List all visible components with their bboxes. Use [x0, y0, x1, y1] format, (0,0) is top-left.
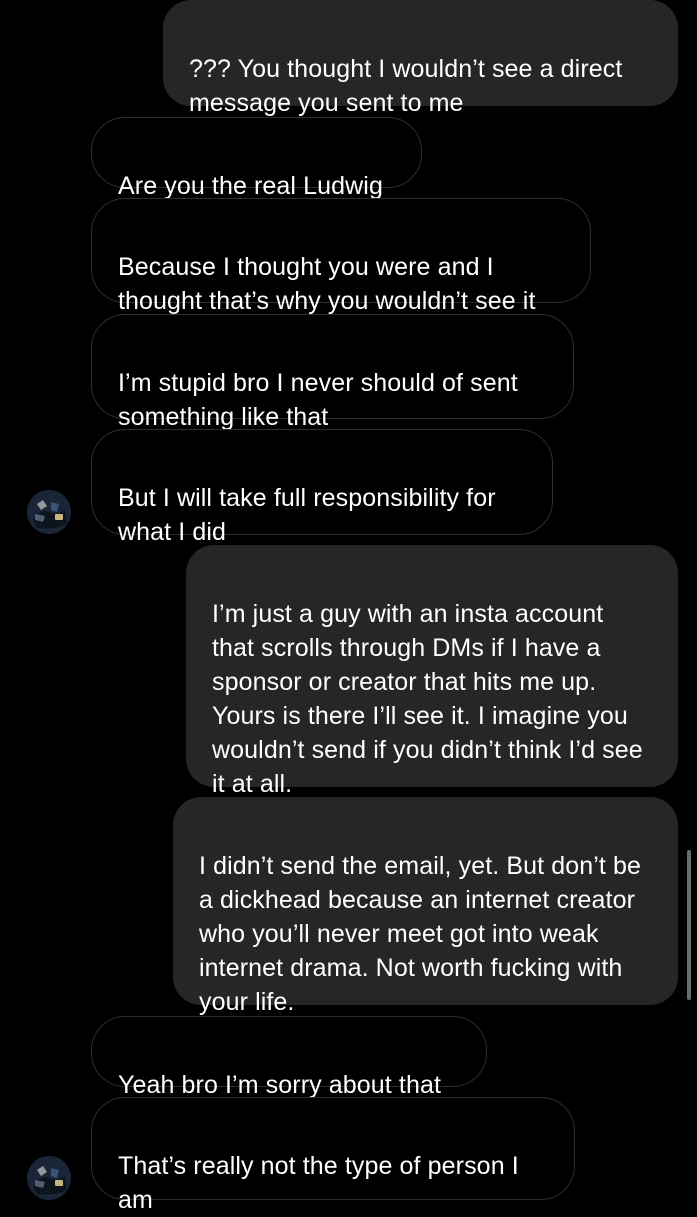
received-message-bubble[interactable]: Because I thought you were and I thought… — [91, 198, 591, 315]
message-text: I’m just a guy with an insta account tha… — [212, 600, 643, 798]
message-text: Are you the real Ludwig — [118, 172, 383, 200]
scroll-indicator[interactable] — [687, 850, 691, 1000]
avatar-art — [27, 490, 71, 534]
sent-message-bubble[interactable]: ??? You thought I wouldn’t see a direct … — [163, 0, 678, 117]
sent-message-bubble[interactable]: I didn’t send the email, yet. But don’t … — [173, 797, 678, 1016]
sent-message-bubble[interactable]: I’m just a guy with an insta account tha… — [186, 545, 678, 798]
received-message-bubble[interactable]: Are you the real Ludwig — [91, 117, 422, 200]
message-text: Yeah bro I’m sorry about that — [118, 1071, 441, 1099]
message-text: I’m stupid bro I never should of sent so… — [118, 369, 518, 431]
received-message-bubble[interactable]: But I will take full responsibility for … — [91, 429, 553, 546]
message-text: Because I thought you were and I thought… — [118, 253, 536, 315]
received-message-bubble[interactable]: That’s really not the type of person I a… — [91, 1097, 575, 1214]
profile-avatar-icon[interactable] — [27, 490, 71, 534]
message-text: But I will take full responsibility for … — [118, 484, 496, 546]
profile-avatar-icon[interactable] — [27, 1156, 71, 1200]
avatar-art — [27, 1156, 71, 1200]
received-message-bubble[interactable]: I’m stupid bro I never should of sent so… — [91, 314, 574, 431]
message-text: I didn’t send the email, yet. But don’t … — [199, 852, 641, 1016]
message-text: ??? You thought I wouldn’t see a direct … — [189, 55, 623, 117]
received-message-bubble[interactable]: Yeah bro I’m sorry about that — [91, 1016, 487, 1099]
message-text: That’s really not the type of person I a… — [118, 1152, 519, 1214]
